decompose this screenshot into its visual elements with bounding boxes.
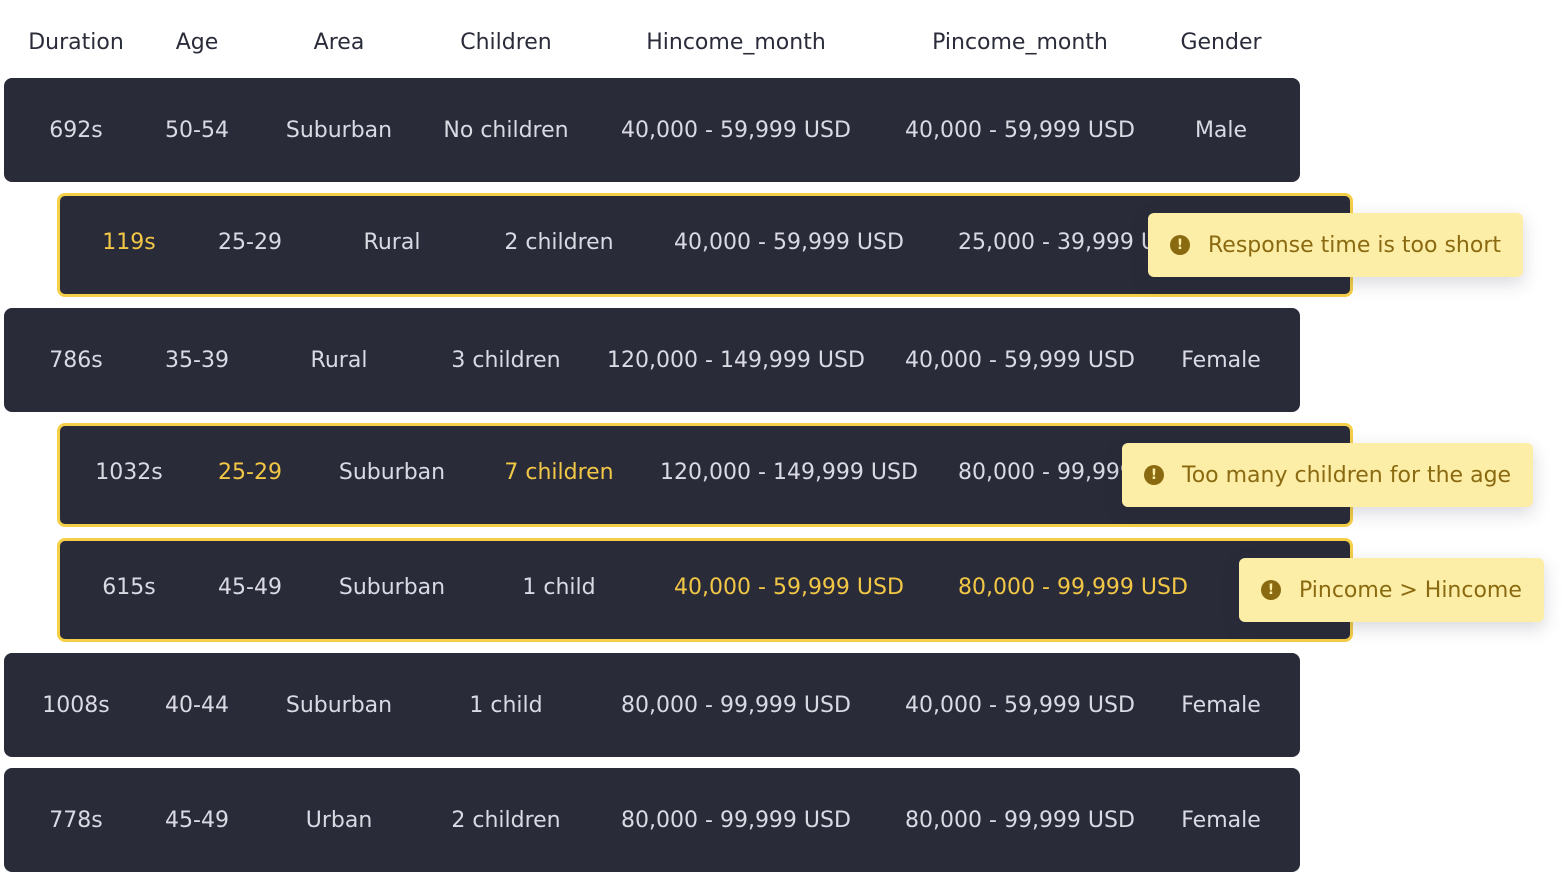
cell-pincome: 40,000 - 59,999 USD xyxy=(905,117,1135,143)
cell-area: Rural xyxy=(363,229,421,255)
table-header: Duration Age Area Children Hincome_month… xyxy=(4,22,1300,64)
column-header-pincome-month[interactable]: Pincome_month xyxy=(875,22,1165,64)
cell-children: 3 children xyxy=(451,347,561,373)
cell-duration: 778s xyxy=(49,807,103,833)
warning-circle-icon: ! xyxy=(1170,235,1190,255)
cell-age: 25-29 xyxy=(218,459,282,485)
cell-duration: 692s xyxy=(49,117,103,143)
column-header-area[interactable]: Area xyxy=(264,22,414,64)
cell-hincome: 40,000 - 59,999 USD xyxy=(674,574,904,600)
cell-duration: 119s xyxy=(102,229,156,255)
cell-duration: 615s xyxy=(102,574,156,600)
cell-gender: Female xyxy=(1181,807,1261,833)
cell-gender: Female xyxy=(1181,692,1261,718)
column-header-children[interactable]: Children xyxy=(421,22,591,64)
cell-age: 40-44 xyxy=(165,692,229,718)
table-row[interactable]: 1008s 40-44 Suburban 1 child 80,000 - 99,999… xyxy=(4,653,1300,757)
warning-tooltip: ! Response time is too short xyxy=(1148,213,1523,277)
cell-pincome: 40,000 - 59,999 USD xyxy=(905,347,1135,373)
column-header-gender[interactable]: Gender xyxy=(1151,22,1291,64)
column-header-hincome-month[interactable]: Hincome_month xyxy=(591,22,881,64)
cell-hincome: 80,000 - 99,999 USD xyxy=(621,807,851,833)
cell-age: 35-39 xyxy=(165,347,229,373)
cell-children: No children xyxy=(443,117,569,143)
cell-duration: 1032s xyxy=(95,459,163,485)
cell-hincome: 80,000 - 99,999 USD xyxy=(621,692,851,718)
column-header-duration[interactable]: Duration xyxy=(11,22,141,64)
cell-pincome: 40,000 - 59,999 USD xyxy=(905,692,1135,718)
cell-hincome: 40,000 - 59,999 USD xyxy=(621,117,851,143)
table-row[interactable]: 778s 45-49 Urban 2 children 80,000 - 99,999 … xyxy=(4,768,1300,872)
warning-tooltip: ! Too many children for the age xyxy=(1122,443,1534,507)
cell-children: 2 children xyxy=(504,229,614,255)
warning-text: Response time is too short xyxy=(1208,232,1501,258)
cell-age: 45-49 xyxy=(165,807,229,833)
cell-children: 2 children xyxy=(451,807,561,833)
table-row[interactable]: 692s 50-54 Suburban No children 40,000 - 59,… xyxy=(4,78,1300,182)
column-header-age[interactable]: Age xyxy=(142,22,252,64)
cell-hincome: 40,000 - 59,999 USD xyxy=(674,229,904,255)
warning-circle-icon: ! xyxy=(1261,580,1281,600)
cell-area: Urban xyxy=(305,807,373,833)
cell-children: 1 child xyxy=(469,692,543,718)
cell-children: 1 child xyxy=(522,574,596,600)
warning-text: Pincome > Hincome xyxy=(1299,577,1522,603)
warning-circle-icon: ! xyxy=(1144,465,1164,485)
cell-pincome: 80,000 - 99,999 USD xyxy=(958,574,1188,600)
cell-hincome: 120,000 - 149,999 USD xyxy=(660,459,918,485)
cell-gender: Male xyxy=(1194,117,1248,143)
cell-area: Suburban xyxy=(285,692,393,718)
cell-area: Suburban xyxy=(285,117,393,143)
cell-hincome: 120,000 - 149,999 USD xyxy=(607,347,865,373)
cell-area: Suburban xyxy=(338,574,446,600)
cell-area: Rural xyxy=(310,347,368,373)
table-row-flagged[interactable]: 615s 45-49 Suburban 1 child 40,000 - 59,999 … xyxy=(57,538,1353,642)
cell-age: 25-29 xyxy=(218,229,282,255)
cell-duration: 786s xyxy=(49,347,103,373)
cell-pincome: 80,000 - 99,999 USD xyxy=(905,807,1135,833)
cell-children: 7 children xyxy=(504,459,614,485)
cell-age: 50-54 xyxy=(165,117,229,143)
table-row[interactable]: 786s 35-39 Rural 3 children 120,000 - 149,99… xyxy=(4,308,1300,412)
warning-tooltip: ! Pincome > Hincome xyxy=(1239,558,1544,622)
cell-gender: Female xyxy=(1181,347,1261,373)
cell-age: 45-49 xyxy=(218,574,282,600)
cell-duration: 1008s xyxy=(42,692,110,718)
cell-area: Suburban xyxy=(338,459,446,485)
warning-text: Too many children for the age xyxy=(1182,462,1512,488)
